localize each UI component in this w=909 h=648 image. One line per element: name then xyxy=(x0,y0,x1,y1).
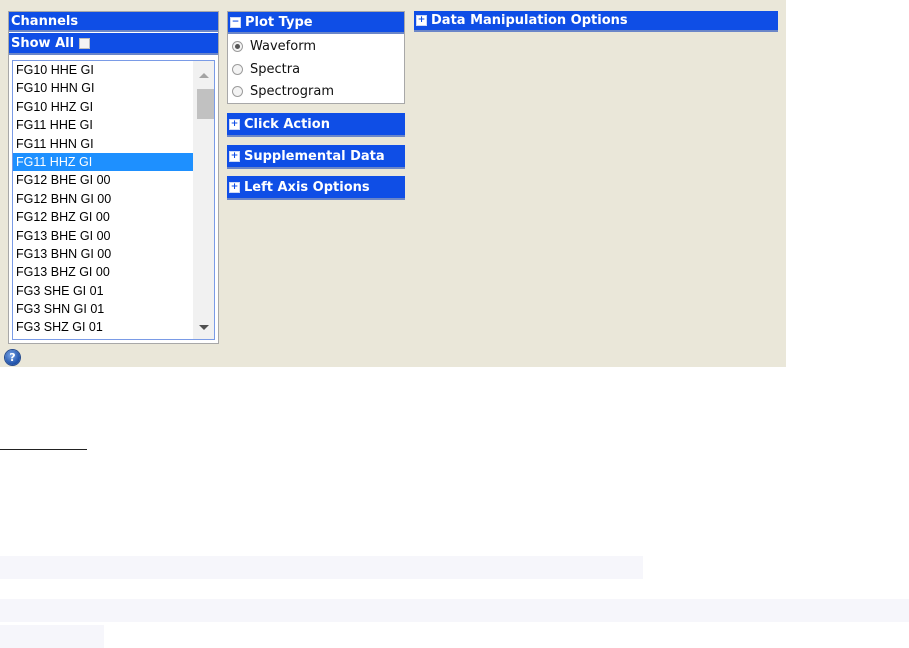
placeholder-bar xyxy=(0,599,909,622)
click-action-header[interactable]: + Click Action xyxy=(227,113,405,137)
radio-button-icon[interactable] xyxy=(232,41,243,52)
radio-button-icon[interactable] xyxy=(232,86,243,97)
click-action-title: Click Action xyxy=(244,116,330,132)
scroll-down-arrow-icon[interactable] xyxy=(199,325,209,330)
placeholder-bar xyxy=(0,625,104,648)
channel-list-item[interactable]: FG12 BHZ GI 00 xyxy=(13,208,193,226)
data-manipulation-title: Data Manipulation Options xyxy=(431,13,628,28)
radio-label: Waveform xyxy=(250,39,316,54)
collapse-icon[interactable]: − xyxy=(230,16,241,28)
channel-list: FG10 HHE GI FG10 HHN GI FG10 HHZ GI FG11 HH… xyxy=(13,61,193,337)
supplemental-data-title: Supplemental Data xyxy=(244,148,385,164)
radio-waveform[interactable]: Waveform xyxy=(232,39,316,54)
help-icon[interactable]: ? xyxy=(5,350,20,365)
show-all-checkbox[interactable] xyxy=(79,37,91,49)
radio-spectrogram[interactable]: Spectrogram xyxy=(232,84,334,99)
show-all-toggle[interactable]: Show All xyxy=(9,33,218,55)
left-axis-options-header[interactable]: + Left Axis Options xyxy=(227,176,405,200)
channel-list-item[interactable]: FG10 HHN GI xyxy=(13,79,193,97)
scroll-thumb[interactable] xyxy=(197,89,214,119)
channel-listbox[interactable]: FG10 HHE GI FG10 HHN GI FG10 HHZ GI FG11 HH… xyxy=(12,60,215,340)
channels-title: Channels xyxy=(11,13,79,29)
channels-box: Channels Show All FG10 HHE GI FG10 HHN GI… xyxy=(8,11,219,344)
options-panel: Channels Show All FG10 HHE GI FG10 HHN GI… xyxy=(0,0,786,367)
channel-list-item[interactable]: FG11 HHZ GI xyxy=(13,152,193,172)
show-all-label: Show All xyxy=(11,35,75,51)
channel-list-item[interactable]: FG13 BHZ GI 00 xyxy=(13,263,193,281)
channel-list-item[interactable]: FG12 BHE GI 00 xyxy=(13,171,193,189)
data-manipulation-header[interactable]: + Data Manipulation Options xyxy=(414,11,778,32)
channel-list-item[interactable]: FG3 SHN GI 01 xyxy=(13,300,193,318)
expand-icon[interactable]: + xyxy=(229,181,240,193)
expand-icon[interactable]: + xyxy=(229,118,240,130)
radio-button-icon[interactable] xyxy=(232,64,243,75)
radio-spectra[interactable]: Spectra xyxy=(232,62,300,77)
plot-type-header[interactable]: − Plot Type xyxy=(228,12,404,34)
radio-label: Spectra xyxy=(250,62,301,77)
channel-list-item[interactable]: FG13 BHE GI 00 xyxy=(13,227,193,245)
channel-list-item[interactable]: FG10 HHE GI xyxy=(13,61,193,79)
expand-icon[interactable]: + xyxy=(416,15,427,26)
radio-label: Spectrogram xyxy=(250,84,334,99)
divider xyxy=(0,449,87,450)
scroll-up-arrow-icon[interactable] xyxy=(199,73,209,78)
supplemental-data-header[interactable]: + Supplemental Data xyxy=(227,145,405,169)
channel-list-item[interactable]: FG11 HHN GI xyxy=(13,135,193,153)
channel-list-item[interactable]: FG11 HHE GI xyxy=(13,116,193,134)
plot-type-title: Plot Type xyxy=(245,14,313,30)
channel-list-item[interactable]: FG3 SHE GI 01 xyxy=(13,282,193,300)
plot-type-box: − Plot Type Waveform Spectra Spectrogram xyxy=(227,11,405,104)
expand-icon[interactable]: + xyxy=(229,150,240,162)
channel-list-item[interactable]: FG10 HHZ GI xyxy=(13,98,193,116)
channel-list-item[interactable]: FG3 SHZ GI 01 xyxy=(13,318,193,336)
list-scrollbar[interactable] xyxy=(193,61,214,339)
left-axis-options-title: Left Axis Options xyxy=(244,179,370,195)
channel-list-item[interactable]: FG13 BHN GI 00 xyxy=(13,245,193,263)
channels-header: Channels xyxy=(9,12,218,32)
channel-list-item[interactable]: FG12 BHN GI 00 xyxy=(13,190,193,208)
placeholder-bar xyxy=(0,556,643,579)
